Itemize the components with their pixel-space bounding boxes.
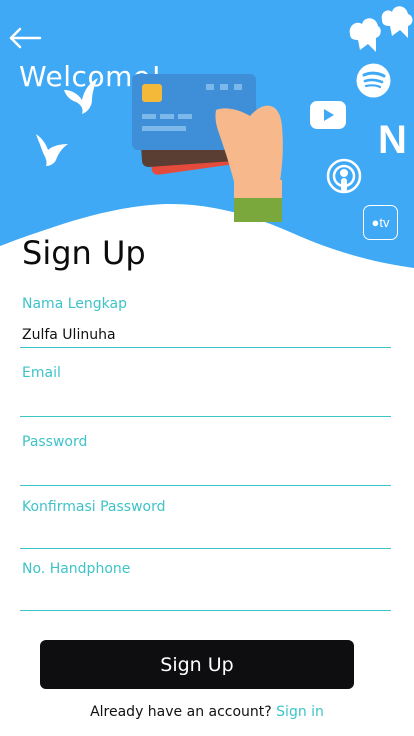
apple-tv-icon: ● tv (363, 205, 398, 240)
full-name-input[interactable] (20, 322, 391, 348)
phone-input[interactable] (20, 585, 391, 611)
sign-up-button[interactable]: Sign Up (40, 640, 354, 689)
full-name-label: Nama Lengkap (22, 296, 127, 312)
confirm-password-label: Konfirmasi Password (22, 499, 166, 515)
page-title: Sign Up (22, 234, 146, 272)
netflix-icon: N (378, 118, 407, 162)
youtube-icon (310, 101, 346, 129)
sign-in-prompt: Already have an account? Sign in (0, 704, 414, 720)
password-label: Password (22, 434, 88, 450)
password-input[interactable] (20, 460, 391, 486)
back-arrow-icon[interactable] (8, 24, 44, 52)
apple-tv-label: tv (379, 215, 390, 230)
phone-label: No. Handphone (22, 561, 131, 577)
confirm-password-field: Konfirmasi Password (20, 499, 391, 551)
spotify-icon (356, 63, 391, 98)
sign-in-link[interactable]: Sign in (276, 704, 324, 720)
sign-in-prompt-text: Already have an account? (90, 704, 272, 720)
credit-card-icon (132, 74, 283, 222)
cloud-icon (381, 6, 413, 38)
email-label: Email (22, 365, 61, 381)
email-input[interactable] (20, 391, 391, 417)
apple-logo-glyph: ● (371, 215, 380, 230)
bird-icon (64, 78, 98, 114)
password-field: Password (20, 434, 391, 486)
podcast-icon (326, 158, 362, 194)
bird-icon (36, 134, 68, 166)
email-field: Email (20, 365, 391, 417)
confirm-password-input[interactable] (20, 523, 391, 549)
phone-field: No. Handphone (20, 561, 391, 613)
cloud-icon (349, 18, 381, 52)
full-name-field: Nama Lengkap (20, 296, 391, 348)
